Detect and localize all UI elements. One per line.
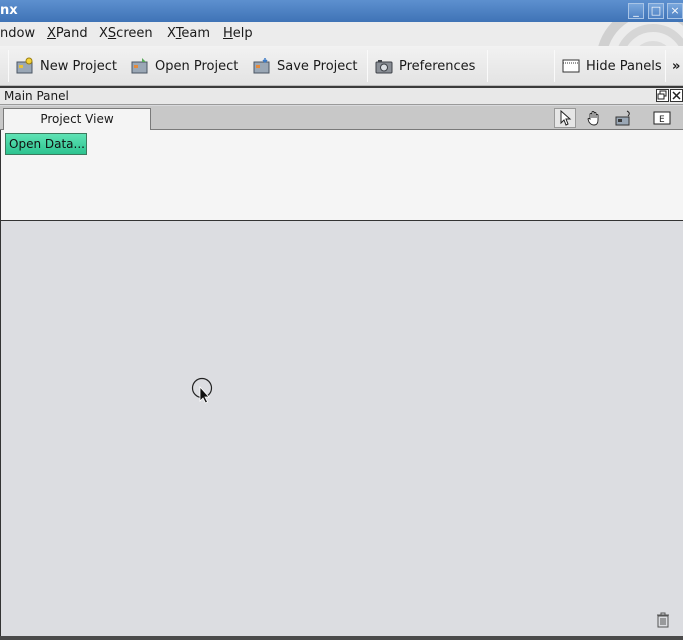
main-panel-title: Main Panel [4,89,69,103]
main-panel-header: Main Panel [0,86,683,105]
layout-icon: E [653,111,671,125]
layout-tool-button[interactable]: E [651,108,673,128]
maximize-button[interactable]: □ [648,3,664,19]
toolbar-separator [367,50,368,82]
menu-xteam[interactable]: XTeam [167,26,210,41]
toolbar-separator [487,50,488,82]
window-title: nx [0,3,18,18]
toolbar-overflow-button[interactable]: » [672,54,680,78]
menu-window[interactable]: ndow [0,26,35,41]
toolbar-separator [665,50,666,82]
hand-icon [587,111,599,126]
busy-cursor-icon [191,377,213,404]
close-button[interactable]: × [667,3,683,19]
menu-help[interactable]: Help [223,26,253,41]
save-project-icon [253,58,270,74]
main-toolbar: New Project Open Project Save Project Pr… [0,46,683,86]
toolbar-separator [554,50,555,82]
camera-icon [375,60,393,74]
pointer-icon [560,110,572,126]
bottom-border [0,636,683,640]
save-project-label: Save Project [277,58,358,74]
svg-text:E: E [659,115,665,125]
tab-strip: Project View E [0,106,683,131]
preferences-label: Preferences [399,58,476,74]
window-titlebar: nx _ □ × [0,0,683,22]
menu-bar: ndow XPand XScreen XTeam Help [0,22,683,46]
pan-tool-button[interactable] [583,108,605,128]
tab-project-view[interactable]: Project View [3,108,151,131]
close-panel-icon[interactable] [670,89,683,102]
open-project-icon [131,58,148,74]
new-project-button[interactable]: New Project [16,54,117,78]
toolbar-separator [8,50,9,82]
connect-tool-button[interactable] [613,108,635,128]
hide-panels-label: Hide Panels [586,58,662,74]
minimize-button[interactable]: _ [628,3,644,19]
save-project-button[interactable]: Save Project [253,54,358,78]
select-tool-button[interactable] [554,108,576,128]
menu-xpand[interactable]: XPand [47,26,88,41]
open-project-label: Open Project [155,58,239,74]
restore-panel-icon[interactable] [656,89,669,102]
project-view-area: Open Data... [0,130,683,221]
panel-icon [562,59,580,73]
hide-panels-button[interactable]: Hide Panels [562,54,662,78]
workspace-canvas[interactable] [0,221,683,636]
connect-icon [615,110,630,126]
preferences-button[interactable]: Preferences [375,54,475,78]
open-data-button[interactable]: Open Data... [5,133,87,155]
open-project-button[interactable]: Open Project [131,54,238,78]
trash-icon[interactable] [655,612,671,628]
menu-xscreen[interactable]: XScreen [99,26,153,41]
new-project-label: New Project [40,58,117,74]
new-project-icon [16,57,33,74]
